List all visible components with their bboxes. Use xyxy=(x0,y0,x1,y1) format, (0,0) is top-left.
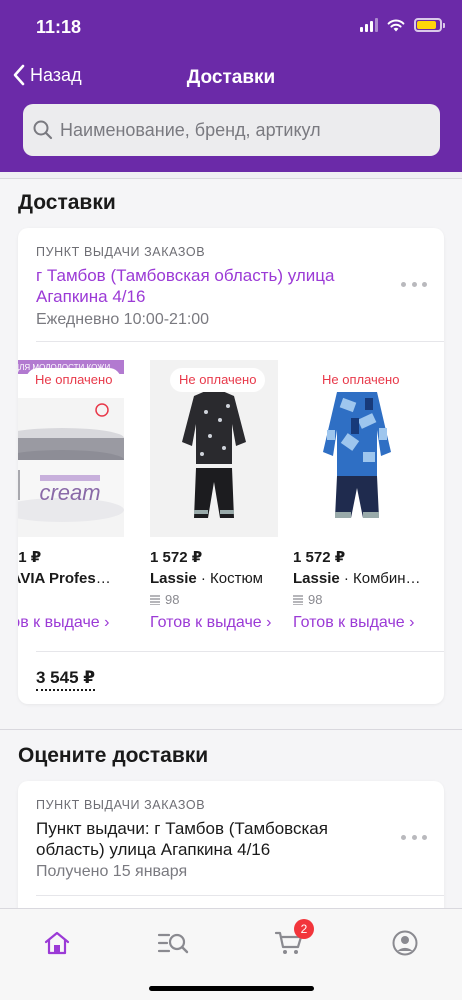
ready-for-pickup-link[interactable]: Готов к выдаче › xyxy=(18,614,109,632)
home-icon xyxy=(44,931,70,955)
product-brand: Lassie xyxy=(293,570,340,587)
list-icon xyxy=(150,594,160,605)
pickup-point-label: ПУНКТ ВЫДАЧИ ЗАКАЗОВ xyxy=(36,245,206,259)
catalog-search-icon xyxy=(157,933,189,954)
delivery-card[interactable]: ПУНКТ ВЫДАЧИ ЗАКАЗОВ г Тамбов (Тамбовска… xyxy=(18,228,444,704)
wifi-icon xyxy=(387,19,405,32)
status-icons xyxy=(360,18,445,32)
rating-value: 98 xyxy=(308,592,323,607)
chevron-left-icon xyxy=(13,64,25,86)
product-category: · Комбине… xyxy=(339,570,421,587)
divider xyxy=(36,895,444,896)
search-input[interactable] xyxy=(60,119,420,141)
tab-home[interactable] xyxy=(32,923,82,963)
product-brand: Lassie xyxy=(150,570,197,587)
tab-catalog[interactable] xyxy=(148,923,198,963)
tab-cart[interactable]: 2 xyxy=(264,919,314,963)
order-total[interactable]: 3 545 ₽ xyxy=(36,668,96,691)
divider xyxy=(36,341,444,342)
back-button[interactable]: Назад xyxy=(12,64,82,86)
rating-value: 98 xyxy=(165,592,180,607)
more-options-button[interactable] xyxy=(401,277,427,291)
product-name: Lassie · Костюм xyxy=(150,570,278,587)
product-carousel[interactable]: ДЛЯ МОЛОДОСТИ КОЖИ cream Не оплачено xyxy=(18,360,444,640)
status-bar: 11:18 xyxy=(0,0,462,56)
section-title-rate: Оцените доставки xyxy=(18,744,209,767)
pickup-hours: Ежедневно 10:00-21:00 xyxy=(36,311,210,328)
status-time: 11:18 xyxy=(36,17,82,37)
cart-count-badge: 2 xyxy=(294,919,314,939)
back-label: Назад xyxy=(30,64,82,85)
rate-delivery-card[interactable]: ПУНКТ ВЫДАЧИ ЗАКАЗОВ Пункт выдачи: г Там… xyxy=(18,781,444,908)
product-category: · Костюм xyxy=(196,570,263,587)
battery-icon xyxy=(414,18,445,32)
cellular-signal-icon xyxy=(360,18,378,32)
section-title-deliveries: Доставки xyxy=(18,191,116,214)
search-bar[interactable] xyxy=(23,104,440,156)
product-item[interactable]: Не оплачено 1 572 ₽ Lassie · Комбине… 98… xyxy=(293,360,421,640)
received-date: Получено 15 января xyxy=(36,863,188,880)
product-price: 1 001 ₽ xyxy=(18,549,42,566)
product-rating: 98 xyxy=(293,592,322,607)
product-brand: ARAVIA Professi… xyxy=(18,570,117,587)
product-item[interactable]: ДЛЯ МОЛОДОСТИ КОЖИ cream Не оплачено xyxy=(18,360,128,640)
search-icon xyxy=(33,120,53,140)
navigation-bar: Назад Доставки xyxy=(0,56,462,100)
home-indicator xyxy=(149,986,314,991)
product-item[interactable]: Не оплачено 1 572 ₽ Lassie · Костюм 98 Г… xyxy=(150,360,278,640)
more-options-button[interactable] xyxy=(401,830,427,844)
product-price: 1 572 ₽ xyxy=(293,549,346,566)
pickup-address-link[interactable]: г Тамбов (Тамбовская область) улица Агап… xyxy=(36,265,376,307)
divider xyxy=(36,651,444,652)
tab-profile[interactable] xyxy=(380,923,430,963)
pickup-point-label: ПУНКТ ВЫДАЧИ ЗАКАЗОВ xyxy=(36,798,206,812)
unpaid-badge: Не оплачено xyxy=(313,368,409,392)
ready-for-pickup-link[interactable]: Готов к выдаче › xyxy=(150,614,271,632)
unpaid-badge: Не оплачено xyxy=(26,368,122,392)
product-price: 1 572 ₽ xyxy=(150,549,203,566)
unpaid-badge: Не оплачено xyxy=(170,368,266,392)
profile-icon xyxy=(392,930,418,956)
ready-for-pickup-link[interactable]: Готов к выдаче › xyxy=(293,614,414,632)
content-scroll[interactable]: Доставки ПУНКТ ВЫДАЧИ ЗАКАЗОВ г Тамбов (… xyxy=(0,172,462,908)
pickup-address: Пункт выдачи: г Тамбов (Тамбовская облас… xyxy=(36,819,328,859)
product-rating: 98 xyxy=(150,592,179,607)
cream-jar-text: cream xyxy=(39,480,100,505)
app-header: 11:18 Назад Доставки xyxy=(0,0,462,172)
product-name: Lassie · Комбине… xyxy=(293,570,421,587)
product-name: ARAVIA Professi… xyxy=(18,570,117,587)
list-icon xyxy=(293,594,303,605)
